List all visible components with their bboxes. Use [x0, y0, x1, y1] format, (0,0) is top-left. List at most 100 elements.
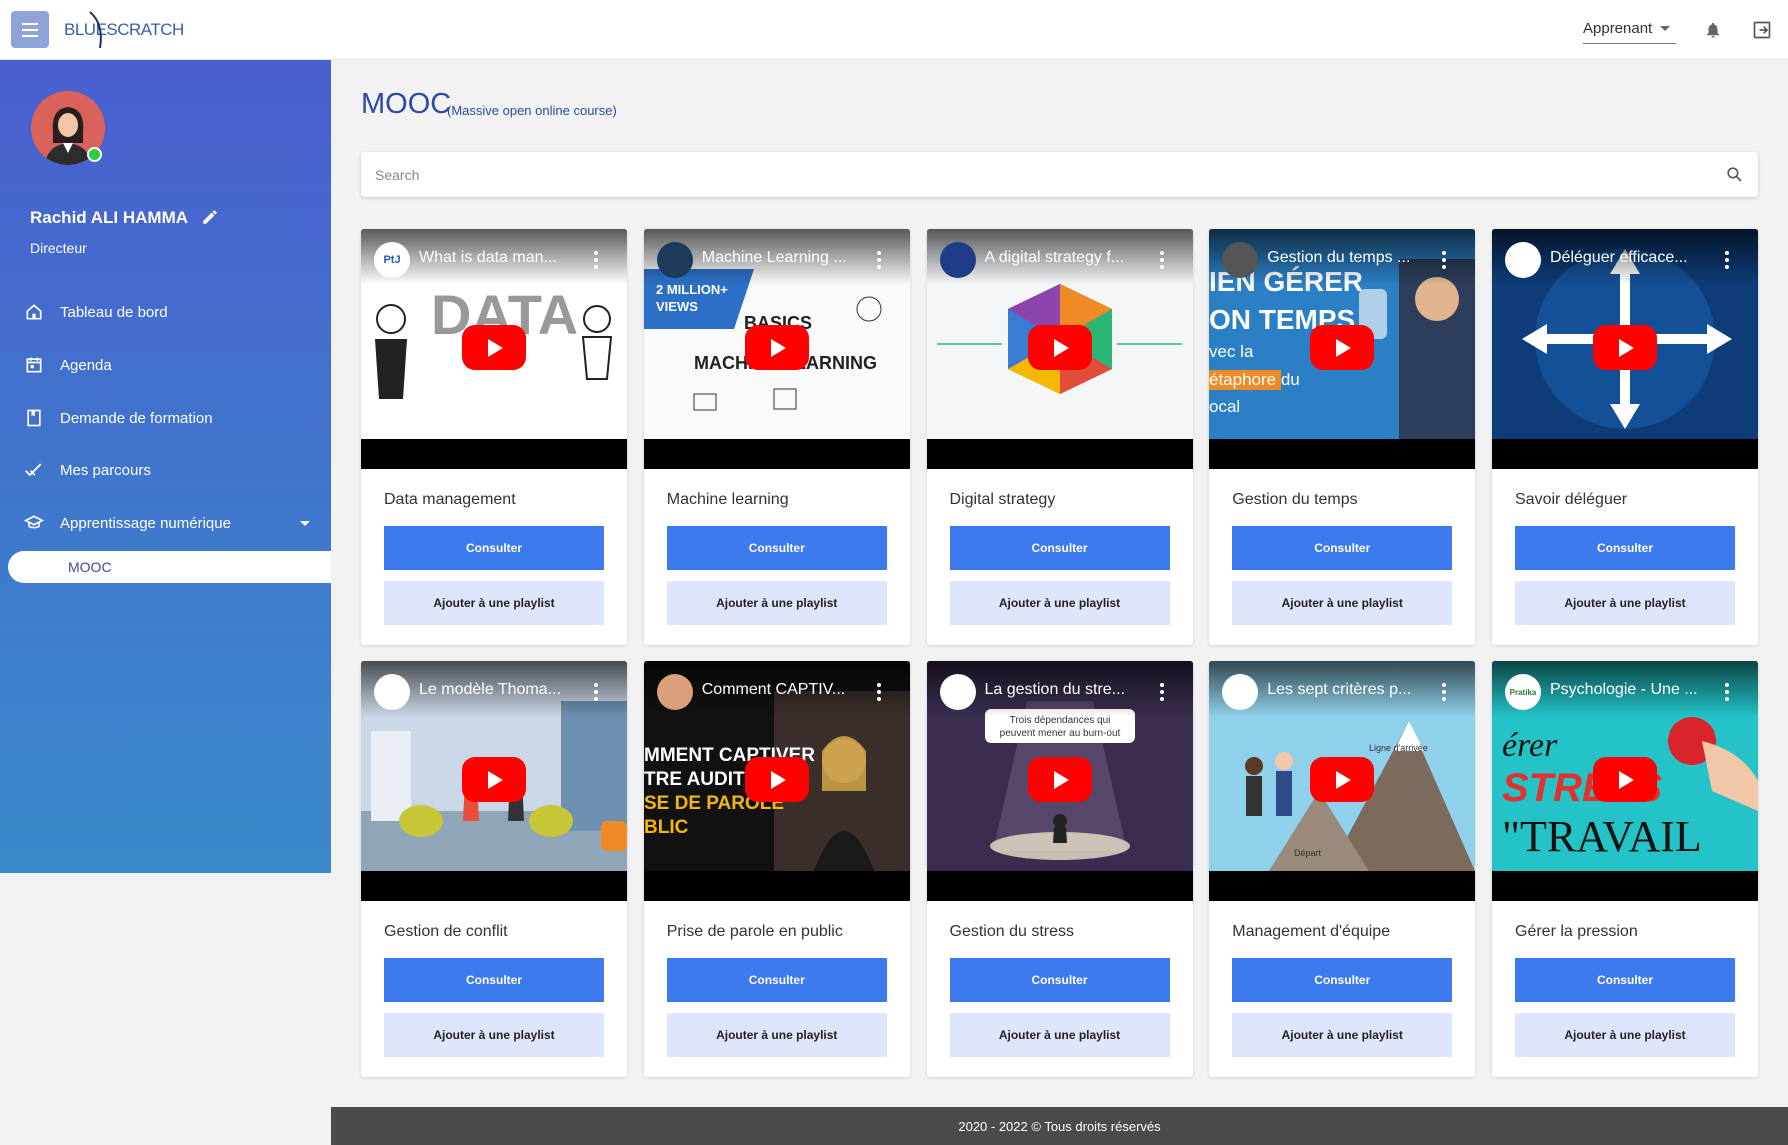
- channel-avatar[interactable]: [656, 242, 693, 278]
- play-button[interactable]: [1593, 757, 1657, 802]
- consult-button[interactable]: Consulter: [384, 958, 604, 1002]
- add-to-playlist-button[interactable]: Ajouter à une playlist: [949, 581, 1170, 625]
- sidebar-item-dashboard[interactable]: Tableau de bord: [0, 292, 331, 332]
- more-options-icon[interactable]: [593, 683, 599, 701]
- sidebar-item-label: Agenda: [60, 356, 112, 374]
- add-to-playlist-button[interactable]: Ajouter à une playlist: [666, 581, 887, 625]
- sidebar-item-digital-learning[interactable]: Apprentissage numérique: [0, 503, 331, 543]
- add-to-playlist-button[interactable]: Ajouter à une playlist: [384, 1013, 604, 1057]
- consult-button[interactable]: Consulter: [1232, 958, 1453, 1002]
- video-title[interactable]: What is data man...: [419, 249, 579, 267]
- more-options-icon[interactable]: [876, 251, 882, 269]
- consult-button[interactable]: Consulter: [1515, 958, 1735, 1002]
- video-embed[interactable]: MMENT CAPTIVER TRE AUDITOIRE SE DE PAROL…: [643, 661, 910, 901]
- course-card: IEN GÉRER ON TEMPS vec la étaphore du oc…: [1209, 229, 1476, 645]
- course-card: A digital strategy f... Digital strategy…: [926, 229, 1193, 645]
- pencil-icon[interactable]: [201, 208, 219, 226]
- video-title[interactable]: Machine Learning ...: [702, 249, 862, 267]
- video-title[interactable]: Gestion du temps ...: [1267, 249, 1427, 267]
- channel-avatar[interactable]: PtJ: [374, 242, 410, 278]
- channel-avatar[interactable]: [374, 674, 410, 710]
- double-check-icon: [25, 463, 42, 477]
- play-button[interactable]: [1027, 757, 1092, 802]
- sidebar-item-my-paths[interactable]: Mes parcours: [0, 450, 331, 490]
- video-embed[interactable]: érer STRESS "TRAVAIL Pratika Psychologie…: [1492, 661, 1758, 901]
- card-title: Savoir déléguer: [1515, 491, 1628, 508]
- play-button[interactable]: [1027, 325, 1092, 370]
- add-to-playlist-button[interactable]: Ajouter à une playlist: [1515, 581, 1735, 625]
- add-to-playlist-button[interactable]: Ajouter à une playlist: [666, 1013, 887, 1057]
- bell-icon[interactable]: [1704, 20, 1722, 40]
- role-select[interactable]: Apprenant: [1583, 20, 1676, 44]
- channel-avatar[interactable]: [1222, 242, 1259, 278]
- play-button[interactable]: [1310, 757, 1375, 802]
- video-title[interactable]: Déléguer efficace...: [1550, 249, 1710, 267]
- consult-button[interactable]: Consulter: [1515, 526, 1735, 570]
- menu-toggle-button[interactable]: [11, 11, 49, 48]
- more-options-icon[interactable]: [876, 683, 882, 701]
- consult-button[interactable]: Consulter: [666, 958, 887, 1002]
- sidebar-subitem-mooc[interactable]: MOOC: [8, 551, 331, 583]
- channel-avatar[interactable]: [939, 242, 976, 278]
- add-to-playlist-button[interactable]: Ajouter à une playlist: [1515, 1013, 1735, 1057]
- more-options-icon[interactable]: [1441, 251, 1447, 269]
- channel-avatar[interactable]: [1222, 674, 1259, 710]
- more-options-icon[interactable]: [1159, 683, 1165, 701]
- card-title: Data management: [384, 491, 516, 508]
- more-options-icon[interactable]: [1724, 251, 1730, 269]
- consult-button[interactable]: Consulter: [949, 958, 1170, 1002]
- consult-button[interactable]: Consulter: [949, 526, 1170, 570]
- logout-icon[interactable]: [1752, 20, 1772, 40]
- more-options-icon[interactable]: [1159, 251, 1165, 269]
- card-title: Prise de parole en public: [666, 923, 843, 940]
- consult-button[interactable]: Consulter: [666, 526, 887, 570]
- video-embed[interactable]: A digital strategy f...: [926, 229, 1193, 469]
- card-title: Machine learning: [666, 491, 789, 508]
- video-embed[interactable]: DATA PtJ What is data man...: [361, 229, 627, 469]
- video-title[interactable]: Les sept critères p...: [1267, 681, 1427, 699]
- search-icon[interactable]: [1725, 165, 1744, 184]
- video-title[interactable]: Psychologie - Une ...: [1550, 681, 1710, 699]
- add-to-playlist-button[interactable]: Ajouter à une playlist: [1232, 1013, 1453, 1057]
- more-options-icon[interactable]: [593, 251, 599, 269]
- play-button[interactable]: [462, 325, 526, 370]
- channel-avatar[interactable]: [939, 674, 976, 710]
- search-input[interactable]: [375, 152, 1695, 197]
- video-embed[interactable]: Le modèle Thoma...: [361, 661, 627, 901]
- more-options-icon[interactable]: [1724, 683, 1730, 701]
- more-options-icon[interactable]: [1441, 683, 1447, 701]
- sidebar-item-agenda[interactable]: Agenda: [0, 345, 331, 385]
- video-embed[interactable]: Trois dépendances qui peuvent mener au b…: [926, 661, 1193, 901]
- sidebar-item-training-request[interactable]: Demande de formation: [0, 398, 331, 438]
- add-to-playlist-button[interactable]: Ajouter à une playlist: [384, 581, 604, 625]
- channel-avatar[interactable]: [1505, 242, 1541, 278]
- svg-text:BLIC: BLIC: [644, 817, 689, 838]
- svg-text:érer: érer: [1502, 727, 1558, 764]
- channel-avatar[interactable]: [656, 674, 693, 710]
- video-title[interactable]: Le modèle Thoma...: [419, 681, 579, 699]
- play-button[interactable]: [744, 757, 809, 802]
- add-to-playlist-button[interactable]: Ajouter à une playlist: [1232, 581, 1453, 625]
- video-embed[interactable]: IEN GÉRER ON TEMPS vec la étaphore du oc…: [1209, 229, 1476, 469]
- consult-button[interactable]: Consulter: [384, 526, 604, 570]
- channel-avatar[interactable]: Pratika: [1505, 674, 1541, 710]
- video-title[interactable]: La gestion du stre...: [985, 681, 1145, 699]
- app-logo[interactable]: BLUESCRATCH: [64, 10, 184, 50]
- play-button[interactable]: [744, 325, 809, 370]
- video-title[interactable]: A digital strategy f...: [985, 249, 1145, 267]
- svg-text:Ligne d'arrivée: Ligne d'arrivée: [1369, 743, 1428, 753]
- play-button[interactable]: [1310, 325, 1375, 370]
- play-button[interactable]: [1593, 325, 1657, 370]
- video-embed[interactable]: Ligne d'arrivée Départ Les sept critères…: [1209, 661, 1476, 901]
- top-bar: BLUESCRATCH Apprenant: [0, 0, 1788, 60]
- add-to-playlist-button[interactable]: Ajouter à une playlist: [949, 1013, 1170, 1057]
- svg-text:VIEWS: VIEWS: [656, 299, 698, 314]
- consult-button[interactable]: Consulter: [1232, 526, 1453, 570]
- video-embed[interactable]: Déléguer efficace...: [1492, 229, 1758, 469]
- course-card: DATA PtJ What is data man... Data manage…: [361, 229, 627, 645]
- play-button[interactable]: [462, 757, 526, 802]
- sidebar-item-label: Apprentissage numérique: [60, 514, 231, 532]
- home-icon: [26, 304, 42, 320]
- video-embed[interactable]: 2 MILLION+ VIEWS BASICS MACHINE LEARNING…: [643, 229, 910, 469]
- video-title[interactable]: Comment CAPTIV...: [702, 681, 862, 699]
